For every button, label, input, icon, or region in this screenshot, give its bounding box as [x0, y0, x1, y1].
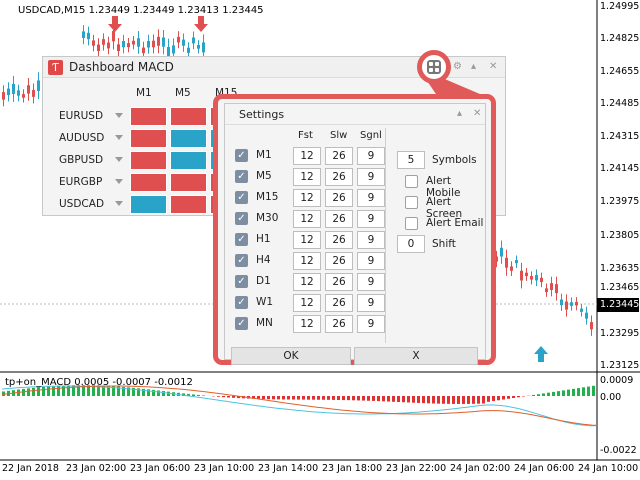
settings-row[interactable]: ✓ W1 12 26 9 [225, 293, 395, 314]
minimize-icon[interactable]: ▴ [457, 108, 462, 119]
settings-grid-icon[interactable] [427, 60, 441, 74]
slow-period-input[interactable]: 26 [325, 231, 353, 249]
settings-row[interactable]: ✓ D1 12 26 9 [225, 272, 395, 293]
signal-period-input[interactable]: 9 [357, 147, 385, 165]
shift-label: Shift [432, 238, 456, 250]
slow-period-input[interactable]: 26 [325, 252, 353, 270]
timeframe-label: M30 [256, 212, 279, 224]
fast-period-input[interactable]: 12 [293, 210, 321, 228]
settings-callout-frame: Settings ▴ ✕ Fst Slw Sgnl ✓ M1 12 26 9 ✓ M5 12 2… [213, 94, 496, 365]
settings-title: Settings [239, 108, 285, 121]
cancel-button[interactable]: X [354, 347, 478, 365]
column-header-slow: Slw [330, 130, 348, 141]
settings-titlebar[interactable]: Settings ▴ ✕ [225, 104, 485, 125]
alert-email-checkbox[interactable] [405, 217, 418, 230]
column-header-signal: Sgnl [360, 130, 382, 141]
slow-period-input[interactable]: 26 [325, 210, 353, 228]
settings-row[interactable]: ✓ M5 12 26 9 [225, 167, 395, 188]
symbols-label: Symbols [432, 154, 477, 166]
symbols-count-input[interactable]: 5 [397, 151, 425, 169]
settings-row[interactable]: ✓ M15 12 26 9 [225, 188, 395, 209]
timeframe-label: M15 [256, 191, 279, 203]
timeframe-label: D1 [256, 275, 271, 287]
timeframe-checkbox[interactable]: ✓ [235, 254, 248, 267]
signal-period-input[interactable]: 9 [357, 231, 385, 249]
signal-period-input[interactable]: 9 [357, 273, 385, 291]
shift-input[interactable]: 0 [397, 235, 425, 253]
timeframe-label: M1 [256, 149, 272, 161]
settings-row[interactable]: ✓ MN 12 26 9 [225, 314, 395, 335]
slow-period-input[interactable]: 26 [325, 147, 353, 165]
fast-period-input[interactable]: 12 [293, 315, 321, 333]
fast-period-input[interactable]: 12 [293, 168, 321, 186]
signal-period-input[interactable]: 9 [357, 252, 385, 270]
signal-period-input[interactable]: 9 [357, 210, 385, 228]
signal-period-input[interactable]: 9 [357, 294, 385, 312]
fast-period-input[interactable]: 12 [293, 252, 321, 270]
settings-row[interactable]: ✓ H1 12 26 9 [225, 230, 395, 251]
alert-mobile-checkbox[interactable] [405, 175, 418, 188]
column-header-fast: Fst [298, 130, 313, 141]
timeframe-label: W1 [256, 296, 274, 308]
slow-period-input[interactable]: 26 [325, 315, 353, 333]
signal-period-input[interactable]: 9 [357, 189, 385, 207]
timeframe-checkbox[interactable]: ✓ [235, 149, 248, 162]
fast-period-input[interactable]: 12 [293, 147, 321, 165]
fast-period-input[interactable]: 12 [293, 231, 321, 249]
fast-period-input[interactable]: 12 [293, 273, 321, 291]
alert-screen-checkbox[interactable] [405, 196, 418, 209]
timeframe-label: M5 [256, 170, 272, 182]
signal-period-input[interactable]: 9 [357, 168, 385, 186]
timeframe-checkbox[interactable]: ✓ [235, 212, 248, 225]
slow-period-input[interactable]: 26 [325, 273, 353, 291]
close-icon[interactable]: ✕ [473, 108, 481, 119]
fast-period-input[interactable]: 12 [293, 294, 321, 312]
settings-highlight[interactable] [417, 50, 451, 84]
ok-button[interactable]: OK [231, 347, 351, 365]
settings-row[interactable]: ✓ M1 12 26 9 [225, 146, 395, 167]
slow-period-input[interactable]: 26 [325, 189, 353, 207]
timeframe-label: H1 [256, 233, 271, 245]
signal-period-input[interactable]: 9 [357, 315, 385, 333]
slow-period-input[interactable]: 26 [325, 168, 353, 186]
timeframe-label: H4 [256, 254, 271, 266]
slow-period-input[interactable]: 26 [325, 294, 353, 312]
settings-row[interactable]: ✓ H4 12 26 9 [225, 251, 395, 272]
alert-email-label: Alert Email [426, 217, 484, 229]
timeframe-label: MN [256, 317, 273, 329]
settings-row[interactable]: ✓ M30 12 26 9 [225, 209, 395, 230]
timeframe-checkbox[interactable]: ✓ [235, 275, 248, 288]
fast-period-input[interactable]: 12 [293, 189, 321, 207]
timeframe-checkbox[interactable]: ✓ [235, 296, 248, 309]
settings-window[interactable]: Settings ▴ ✕ Fst Slw Sgnl ✓ M1 12 26 9 ✓ M5 12 2… [224, 103, 486, 365]
timeframe-checkbox[interactable]: ✓ [235, 317, 248, 330]
timeframe-checkbox[interactable]: ✓ [235, 170, 248, 183]
timeframe-checkbox[interactable]: ✓ [235, 191, 248, 204]
timeframe-checkbox[interactable]: ✓ [235, 233, 248, 246]
